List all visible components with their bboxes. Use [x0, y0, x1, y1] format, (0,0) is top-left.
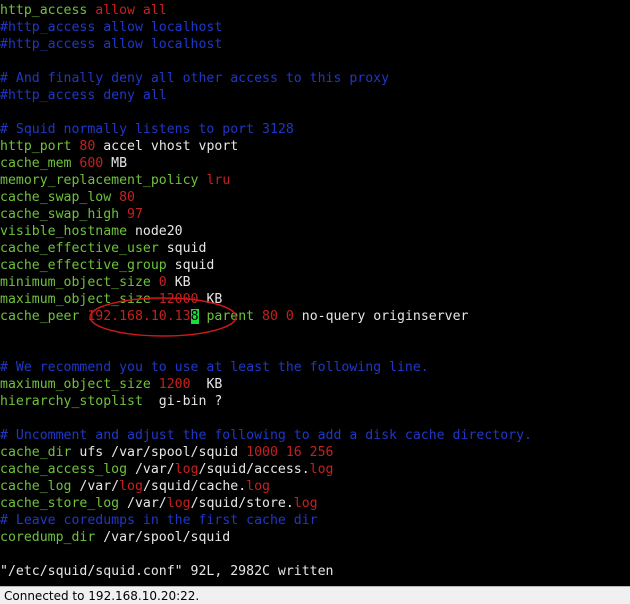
- config-directive: cache_dir: [0, 445, 80, 460]
- config-text: ufs /var/spool/squid: [79, 445, 247, 460]
- config-value: 600: [79, 156, 104, 171]
- config-value: 1200: [158, 377, 191, 392]
- terminal-line: cache_access_log /var/log/squid/access.l…: [0, 461, 334, 478]
- terminal-line: http_port 80 accel vhost vport: [0, 138, 238, 155]
- terminal-line: memory_replacement_policy lru: [0, 172, 230, 189]
- config-value: 80: [119, 190, 135, 205]
- terminal-window[interactable]: http_access allow all #http_access allow …: [0, 0, 630, 586]
- config-value: 80 0: [262, 309, 294, 324]
- config-text: KB: [166, 275, 191, 290]
- config-directive: cache_peer: [0, 309, 88, 324]
- config-directive: memory_replacement_policy: [0, 173, 207, 188]
- config-directive: cache_swap_low: [0, 190, 120, 205]
- config-value: 1000 16 256: [246, 445, 334, 460]
- config-value: allow all: [95, 3, 167, 18]
- config-text: KB: [198, 292, 223, 307]
- config-text: /var/spool/squid: [103, 530, 231, 545]
- config-text: squid: [174, 258, 215, 273]
- config-text: /var/: [134, 462, 175, 477]
- config-directive: hierarchy_stoplist: [0, 394, 151, 409]
- config-text: /squid/access.: [198, 462, 310, 477]
- terminal-line: #http_access allow localhost: [0, 36, 222, 53]
- comment-text: # We recommend you to use at least the f…: [0, 360, 429, 375]
- config-text: MB: [103, 156, 128, 171]
- terminal-line: # Uncomment and adjust the following to …: [0, 427, 532, 444]
- config-value: log: [166, 496, 191, 511]
- config-value: log: [293, 496, 318, 511]
- config-text: gi-bin ?: [150, 394, 223, 409]
- config-text: squid: [166, 241, 207, 256]
- terminal-line: cache_swap_high 97: [0, 206, 143, 223]
- config-directive: parent: [206, 309, 263, 324]
- config-directive: cache_swap_high: [0, 207, 128, 222]
- terminal-line: http_access allow all: [0, 2, 167, 19]
- config-text: no-query originserver: [293, 309, 469, 324]
- terminal-line: # Leave coredumps in the first cache dir: [0, 512, 318, 529]
- config-directive: visible_hostname: [0, 224, 135, 239]
- config-directive: minimum_object_size: [0, 275, 159, 290]
- config-value: lru: [206, 173, 231, 188]
- config-value: 12000: [158, 292, 199, 307]
- config-text: /var/: [79, 479, 120, 494]
- config-value: log: [119, 479, 143, 494]
- config-directive: cache_access_log: [0, 462, 135, 477]
- terminal-line: hierarchy_stoplist gi-bin ?: [0, 393, 222, 410]
- config-text: node20: [134, 224, 183, 239]
- terminal-line: cache_store_log /var/log/squid/store.log: [0, 495, 318, 512]
- config-value: log: [246, 479, 270, 494]
- terminal-line: # And finally deny all other access to t…: [0, 70, 389, 87]
- config-value: log: [174, 462, 199, 477]
- terminal-line: visible_hostname node20: [0, 223, 183, 240]
- config-value: 80: [79, 139, 96, 154]
- terminal-line: cache_dir ufs /var/spool/squid 1000 16 2…: [0, 444, 333, 461]
- comment-text: # Squid normally listens to port 3128: [0, 122, 294, 137]
- config-directive: cache_mem: [0, 156, 80, 171]
- terminal-line: # Squid normally listens to port 3128: [0, 121, 294, 138]
- config-directive: cache_effective_group: [0, 258, 175, 273]
- config-text: accel vhost vport: [95, 139, 239, 154]
- terminal-line: #http_access allow localhost: [0, 19, 222, 36]
- config-value: 97: [127, 207, 143, 222]
- connection-status-text: Connected to 192.168.10.20:22.: [4, 589, 200, 603]
- terminal-line: cache_mem 600 MB: [0, 155, 127, 172]
- terminal-line: cache_swap_low 80: [0, 189, 135, 206]
- comment-text: #http_access deny all: [0, 88, 167, 103]
- config-text: KB: [190, 377, 223, 392]
- config-text: "/etc/squid/squid.conf" 92L, 2982C writt…: [0, 564, 334, 579]
- config-text: /squid/cache.: [142, 479, 247, 494]
- config-directive: maximum_object_size: [0, 292, 159, 307]
- config-value: 192.168.10.13: [87, 309, 191, 324]
- comment-text: # Leave coredumps in the first cache dir: [0, 513, 318, 528]
- terminal-line: cache_peer 192.168.10.138 parent 80 0 no…: [0, 308, 468, 325]
- text-cursor: 8: [190, 309, 199, 324]
- config-value: log: [309, 462, 334, 477]
- terminal-line: cache_effective_user squid: [0, 240, 206, 257]
- config-directive: cache_effective_user: [0, 241, 167, 256]
- config-directive: cache_store_log: [0, 496, 128, 511]
- terminal-line: "/etc/squid/squid.conf" 92L, 2982C writt…: [0, 563, 333, 580]
- config-directive: http_port: [0, 139, 80, 154]
- terminal-line: cache_effective_group squid: [0, 257, 214, 274]
- comment-text: #http_access allow localhost: [0, 37, 223, 52]
- comment-text: # And finally deny all other access to t…: [0, 71, 390, 86]
- config-value: 0: [158, 275, 167, 290]
- status-bar: Connected to 192.168.10.20:22.: [0, 586, 630, 604]
- config-directive: cache_log: [0, 479, 80, 494]
- comment-text: # Uncomment and adjust the following to …: [0, 428, 532, 443]
- config-text: /var/: [127, 496, 167, 511]
- comment-text: #http_access allow localhost: [0, 20, 223, 35]
- config-directive: maximum_object_size: [0, 377, 159, 392]
- terminal-line: cache_log /var/log/squid/cache.log: [0, 478, 270, 495]
- terminal-line: maximum_object_size 1200 KB: [0, 376, 222, 393]
- terminal-line: # We recommend you to use at least the f…: [0, 359, 429, 376]
- config-directive: http_access: [0, 3, 96, 18]
- config-text: /squid/store.: [190, 496, 294, 511]
- terminal-line: minimum_object_size 0 KB: [0, 274, 191, 291]
- config-directive: coredump_dir: [0, 530, 104, 545]
- terminal-line: coredump_dir /var/spool/squid: [0, 529, 230, 546]
- terminal-line: #http_access deny all: [0, 87, 167, 104]
- terminal-line: maximum_object_size 12000 KB: [0, 291, 222, 308]
